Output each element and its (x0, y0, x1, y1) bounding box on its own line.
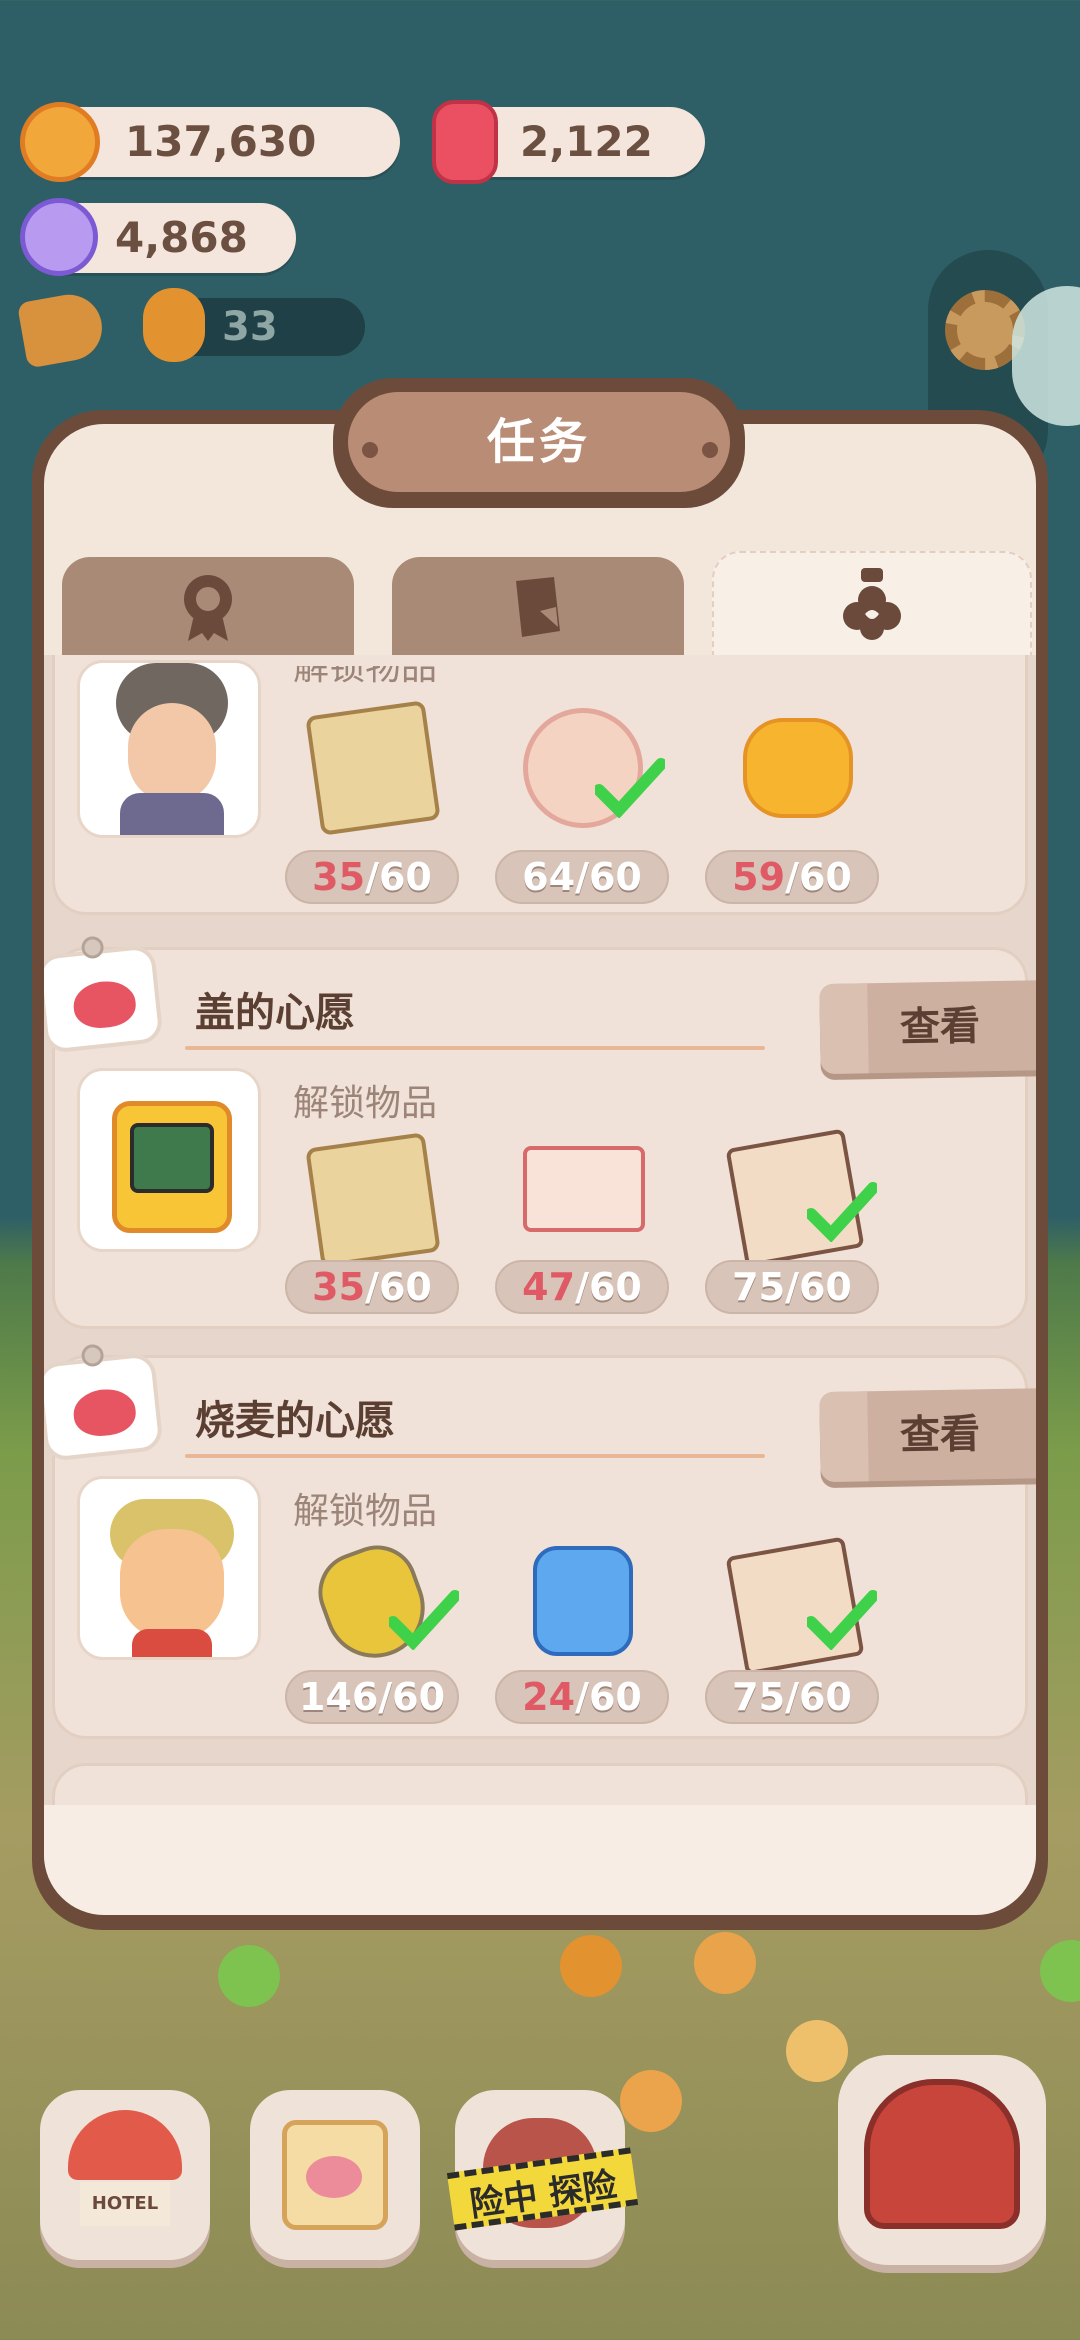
view-button[interactable]: 查看 (819, 1387, 1036, 1483)
candy-count: 4,868 (115, 213, 248, 262)
purple-candy-icon (20, 198, 98, 276)
tab-wishes[interactable] (712, 551, 1032, 655)
plaque-rivet-right (702, 442, 718, 458)
item-count: 64/60 (495, 850, 669, 904)
candle-count: 2,122 (520, 117, 653, 166)
item-count: 24/60 (495, 1670, 669, 1724)
comic-book-icon (523, 1146, 645, 1232)
check-icon (389, 1590, 459, 1650)
cookie-count: 137,630 (125, 117, 317, 166)
hotel-sign: HOTEL (80, 2182, 170, 2226)
green-gingerbread-npc (1040, 1940, 1080, 2002)
paper-bag-icon (305, 700, 441, 836)
panel-bottom-fade (44, 1805, 1036, 1915)
megaphone-icon[interactable] (16, 289, 108, 369)
heart-icon (71, 1386, 138, 1439)
item-count: 47/60 (495, 1260, 669, 1314)
flower-bottle-icon (843, 568, 901, 640)
tab-badge[interactable] (62, 557, 354, 657)
item-count: 75/60 (705, 1670, 879, 1724)
gingerbread-npc (620, 2070, 682, 2132)
panel-title: 任务 (348, 392, 730, 492)
wish-card: 盖的心愿 查看 解锁物品 35/60 47/60 75/60 (44, 935, 1036, 1329)
portrait-face (128, 703, 216, 803)
gingerbread-count: 33 (222, 304, 278, 350)
detergent-icon (533, 1546, 633, 1656)
wish-card: 解锁物品 35/60 64/60 59/60 (52, 655, 1028, 915)
gingerbread-npc (560, 1935, 622, 1997)
portrait-shirt (132, 1629, 212, 1657)
check-icon (807, 1590, 877, 1650)
cookie-coin-icon (20, 102, 100, 182)
portrait-shirt (120, 793, 224, 835)
grandma-portrait (77, 660, 261, 838)
wish-title: 烧麦的心愿 (195, 1398, 395, 1444)
heart-icon (306, 2156, 362, 2198)
diary-button[interactable] (250, 2090, 420, 2260)
unlock-label: 解锁物品 (293, 655, 438, 688)
check-icon (807, 1182, 877, 1242)
heart-tag (44, 1343, 164, 1462)
red-candle-icon (432, 100, 498, 184)
hotel-icon (68, 2110, 182, 2180)
carnival-button[interactable] (838, 2055, 1046, 2265)
gingerbread-npc (786, 2020, 848, 2082)
heart-tag (44, 935, 164, 1054)
shaomai-portrait (77, 1476, 261, 1660)
wish-card: 烧麦的心愿 查看 解锁物品 146/60 24/60 75/60 (44, 1343, 1036, 1739)
item-count: 75/60 (705, 1260, 879, 1314)
wish-title: 盖的心愿 (195, 990, 355, 1036)
check-icon (595, 758, 665, 818)
item-count: 59/60 (705, 850, 879, 904)
title-divider (185, 1454, 765, 1458)
paper-bag-icon (305, 1132, 441, 1268)
tab-note[interactable] (392, 557, 684, 657)
view-button[interactable]: 查看 (819, 979, 1036, 1075)
item-count: 35/60 (285, 1260, 459, 1314)
robot-portrait (77, 1068, 261, 1252)
robot-screen (130, 1123, 214, 1193)
gingerbread-npc (694, 1932, 756, 1994)
note-icon (516, 577, 560, 637)
wish-list[interactable]: 解锁物品 35/60 64/60 59/60 盖的心愿 查看 解锁物品 35/6… (44, 655, 1036, 1815)
item-count: 35/60 (285, 850, 459, 904)
green-gingerbread-npc (218, 1945, 280, 2007)
sleep-slippers-icon (743, 718, 853, 818)
plaque-rivet-left (362, 442, 378, 458)
unlock-label: 解锁物品 (293, 1491, 438, 1532)
heart-icon (71, 978, 138, 1031)
gingerbread-icon (143, 288, 205, 362)
title-divider (185, 1046, 765, 1050)
unlock-label: 解锁物品 (293, 1083, 438, 1124)
portrait-face (120, 1529, 224, 1639)
hotel-button[interactable]: HOTEL (40, 2090, 210, 2260)
carnival-tent-icon (864, 2079, 1020, 2229)
item-count: 146/60 (285, 1670, 459, 1724)
badge-icon (184, 575, 232, 641)
